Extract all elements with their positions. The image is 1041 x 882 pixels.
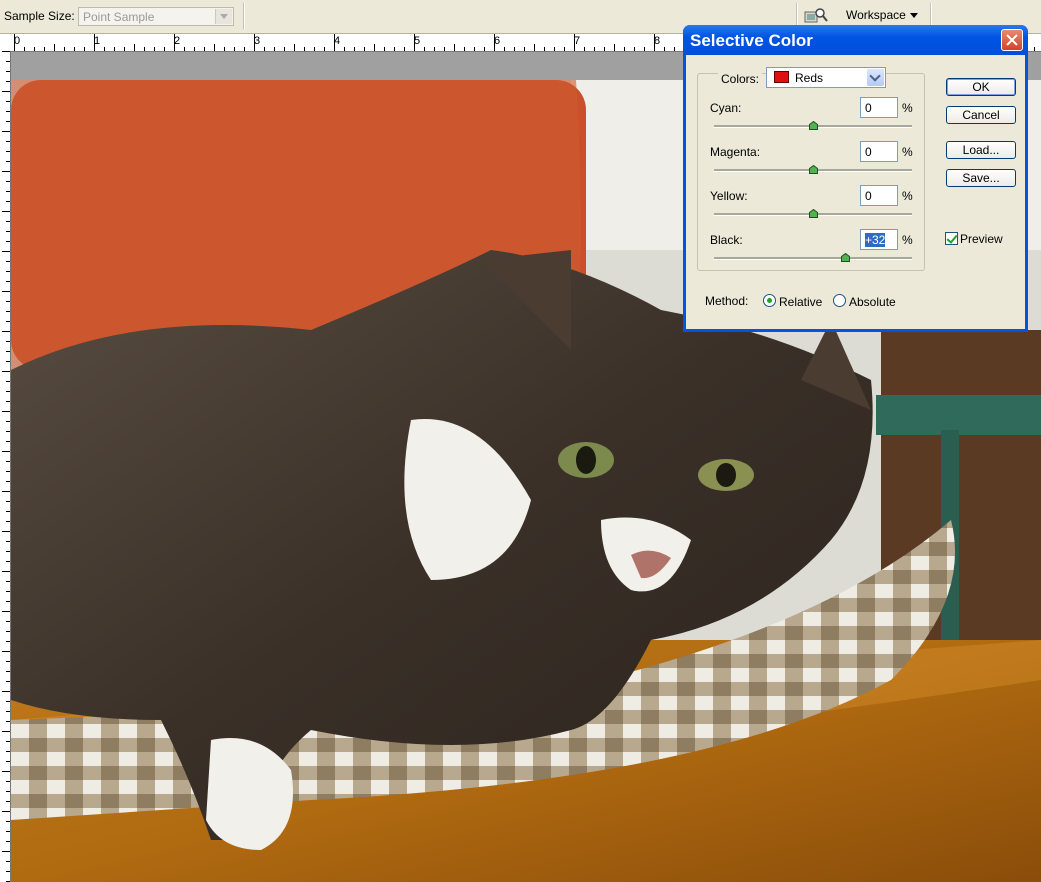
cyan-input[interactable]: 0 (860, 97, 898, 118)
colors-select[interactable]: Reds (766, 67, 886, 88)
colors-label: Colors: (718, 72, 763, 86)
ruler-label: 7 (574, 35, 581, 47)
yellow-label: Yellow: (710, 189, 748, 203)
sample-size-value: Point Sample (83, 10, 155, 24)
ruler-label: 5 (414, 35, 421, 47)
chevron-down-icon (867, 69, 884, 86)
ok-button[interactable]: OK (946, 78, 1016, 96)
preview-checkbox[interactable] (945, 232, 958, 245)
magenta-label: Magenta: (710, 145, 761, 159)
absolute-radio[interactable] (833, 294, 846, 307)
close-icon[interactable] (1001, 29, 1023, 51)
file-browser-icon[interactable] (804, 7, 828, 25)
black-value-selected: +32 (865, 233, 886, 247)
color-swatch (774, 71, 789, 83)
selective-color-dialog: Selective Color Colors: Reds Cyan: 0 % M… (683, 25, 1028, 332)
colors-value: Reds (795, 71, 824, 85)
percent-sign: % (902, 233, 913, 247)
toolbar-divider (243, 3, 245, 29)
relative-label: Relative (779, 295, 823, 309)
percent-sign: % (902, 145, 913, 159)
ruler-label: 8 (654, 35, 661, 47)
yellow-slider-thumb[interactable] (809, 209, 818, 218)
black-slider-track[interactable] (714, 257, 912, 260)
sample-size-select[interactable]: Point Sample (78, 7, 234, 26)
black-slider-thumb[interactable] (840, 253, 850, 262)
ruler-label: 3 (254, 35, 261, 47)
absolute-label: Absolute (849, 295, 896, 309)
dialog-title: Selective Color (690, 31, 813, 50)
preview-label: Preview (960, 232, 1003, 246)
method-label: Method: (705, 294, 749, 308)
save-button[interactable]: Save... (946, 169, 1016, 187)
ruler-label: 1 (94, 35, 101, 47)
ruler-label: 4 (334, 35, 341, 47)
black-label: Black: (710, 233, 743, 247)
dialog-titlebar[interactable]: Selective Color (683, 25, 1028, 55)
percent-sign: % (902, 101, 913, 115)
ruler-label: 6 (494, 35, 501, 47)
magenta-input[interactable]: 0 (860, 141, 898, 162)
magenta-slider-thumb[interactable] (809, 165, 818, 174)
cancel-button[interactable]: Cancel (946, 106, 1016, 124)
percent-sign: % (902, 189, 913, 203)
ruler-label: 2 (174, 35, 181, 47)
workspace-label: Workspace (846, 8, 906, 22)
sample-size-label: Sample Size: (4, 9, 75, 23)
cyan-slider-thumb[interactable] (809, 121, 818, 130)
workspace-menu-button[interactable]: Workspace (846, 8, 918, 22)
chevron-down-icon (215, 9, 232, 24)
yellow-input[interactable]: 0 (860, 185, 898, 206)
relative-radio[interactable] (763, 294, 776, 307)
black-input[interactable]: +32 (860, 229, 898, 250)
ruler-label: 0 (14, 35, 21, 47)
cyan-label: Cyan: (710, 101, 742, 115)
load-button[interactable]: Load... (946, 141, 1016, 159)
dialog-body: Colors: Reds Cyan: 0 % Magenta: 0 % Yell… (686, 55, 1025, 329)
vertical-ruler (0, 51, 11, 882)
caret-down-icon (909, 13, 918, 19)
